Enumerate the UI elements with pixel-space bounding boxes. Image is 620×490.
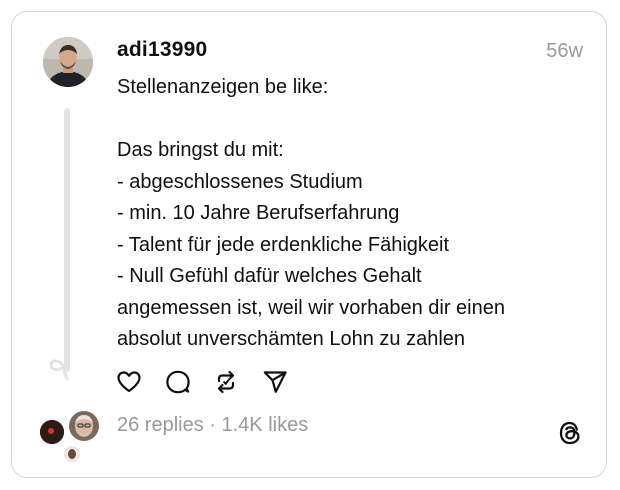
post-line: angemessen ist, weil wir vorhaben dir ei… bbox=[117, 296, 505, 319]
repost-button[interactable] bbox=[213, 369, 239, 395]
user-avatar[interactable] bbox=[43, 37, 93, 87]
reply-avatar-image bbox=[69, 411, 99, 441]
reply-avatar[interactable] bbox=[67, 409, 101, 443]
post-line-blank bbox=[117, 104, 577, 136]
avatar-photo bbox=[43, 37, 93, 87]
reply-avatar-image bbox=[64, 446, 80, 462]
share-button[interactable] bbox=[262, 369, 288, 395]
post-body: Stellenanzeigen be like: Das bringst du … bbox=[117, 72, 577, 356]
post-line: - Talent für jede erdenkliche Fähigkeit bbox=[117, 233, 450, 256]
post-line: - Null Gefühl dafür welches Gehalt bbox=[117, 265, 422, 287]
username[interactable]: adi13990 bbox=[117, 38, 207, 62]
like-button[interactable] bbox=[116, 369, 142, 395]
reply-avatar-image bbox=[40, 420, 64, 444]
post-line: absolut unverschämten Lohn zu zahlen bbox=[117, 328, 466, 350]
reply-avatar[interactable] bbox=[62, 444, 82, 464]
reply-button[interactable] bbox=[165, 369, 191, 395]
post-stats[interactable]: 26 replies · 1.4K likes bbox=[117, 414, 308, 437]
post-line: - min. 10 Jahre Berufserfahrung bbox=[117, 202, 400, 224]
thread-loop-icon bbox=[49, 357, 69, 381]
post-time[interactable]: 56w bbox=[546, 40, 583, 63]
threads-logo-icon[interactable] bbox=[557, 420, 583, 446]
post-line: Stellenanzeigen be like: bbox=[117, 76, 329, 98]
thread-line bbox=[64, 108, 70, 372]
post-line: Das bringst du mit: bbox=[117, 139, 284, 161]
post-line: - abgeschlossenes Studium bbox=[117, 170, 363, 193]
reply-avatar[interactable] bbox=[40, 420, 64, 444]
